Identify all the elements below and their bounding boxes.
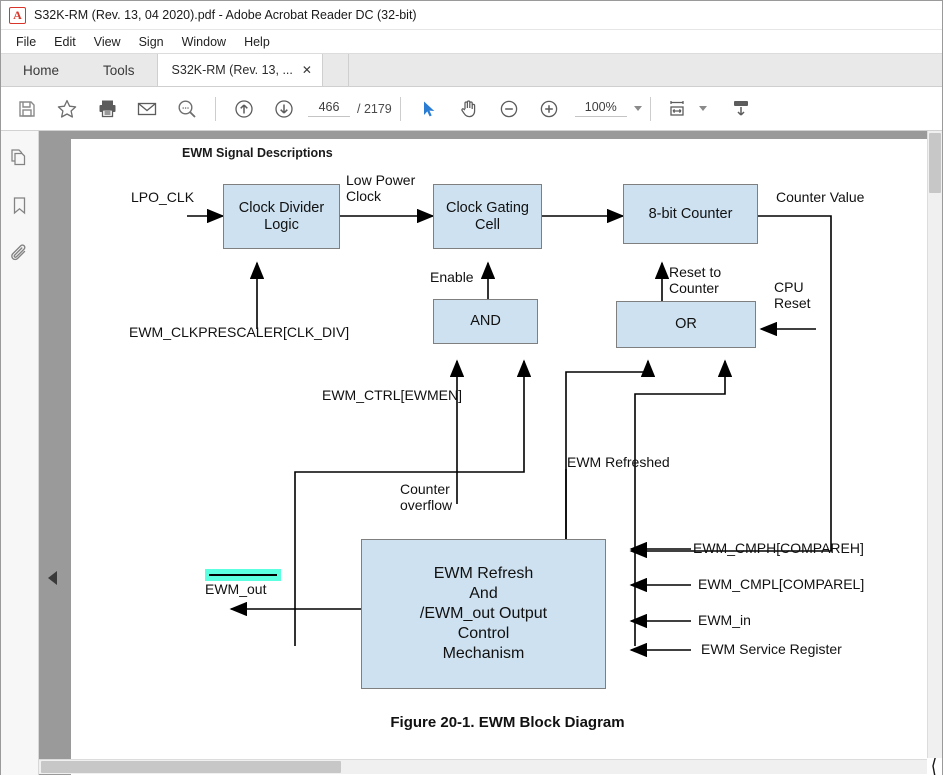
close-icon[interactable]: ✕ bbox=[302, 64, 312, 76]
page-thumbnails-icon[interactable] bbox=[9, 147, 30, 173]
pane-gutter bbox=[39, 131, 71, 775]
acrobat-window: A S32K-RM (Rev. 13, 04 2020).pdf - Adobe… bbox=[0, 0, 943, 775]
bookmarks-icon[interactable] bbox=[9, 195, 30, 221]
label-lpo-clk: LPO_CLK bbox=[131, 189, 195, 205]
label-counter-value: Counter Value bbox=[776, 189, 865, 205]
tab-document[interactable]: S32K-RM (Rev. 13, ... ✕ bbox=[156, 54, 323, 86]
page-total-label: / 2179 bbox=[357, 101, 392, 116]
window-title: S32K-RM (Rev. 13, 04 2020).pdf - Adobe A… bbox=[34, 8, 417, 22]
zoom-out-icon[interactable] bbox=[489, 91, 529, 127]
block-clock-divider-logic: Clock Divider Logic bbox=[223, 184, 340, 249]
page-up-icon[interactable] bbox=[224, 91, 264, 127]
label-reset-to-counter: Reset to Counter bbox=[669, 264, 722, 297]
menu-edit[interactable]: Edit bbox=[45, 33, 85, 51]
horizontal-scrollbar-thumb[interactable] bbox=[41, 761, 341, 773]
block-or-gate: OR bbox=[616, 301, 756, 348]
print-icon[interactable] bbox=[87, 91, 127, 127]
navigation-pane bbox=[1, 131, 39, 775]
block-label: Clock Gating Cell bbox=[445, 199, 529, 233]
menu-sign[interactable]: Sign bbox=[130, 33, 173, 51]
acrobat-icon: A bbox=[9, 6, 26, 24]
chevron-down-icon[interactable] bbox=[633, 106, 642, 111]
search-icon[interactable] bbox=[167, 91, 207, 127]
label-ewm-out: EWM_out bbox=[205, 581, 267, 597]
vertical-scrollbar[interactable] bbox=[927, 131, 942, 758]
hand-tool-icon[interactable] bbox=[449, 91, 489, 127]
toolbar-divider-2 bbox=[399, 96, 401, 121]
title-bar: A S32K-RM (Rev. 13, 04 2020).pdf - Adobe… bbox=[1, 1, 942, 30]
horizontal-scrollbar[interactable] bbox=[39, 759, 927, 774]
zoom-level-input[interactable] bbox=[574, 100, 627, 117]
block-label: OR bbox=[675, 316, 697, 333]
menu-view[interactable]: View bbox=[85, 33, 130, 51]
scroll-mode-icon[interactable] bbox=[721, 91, 761, 127]
fit-page-icon[interactable] bbox=[659, 91, 699, 127]
label-enable: Enable bbox=[430, 269, 474, 285]
block-label: Clock Divider Logic bbox=[238, 199, 325, 233]
label-cpu-reset: CPU Reset bbox=[774, 279, 811, 312]
page-number-input[interactable] bbox=[308, 100, 350, 117]
fit-page-chevron-icon[interactable] bbox=[698, 106, 707, 111]
zoom-control bbox=[574, 100, 642, 117]
zoom-in-icon[interactable] bbox=[529, 91, 569, 127]
tab-home[interactable]: Home bbox=[1, 54, 82, 86]
menu-bar: File Edit View Sign Window Help bbox=[1, 30, 942, 54]
label-ewm-cmpl: EWM_CMPL[COMPAREL] bbox=[698, 576, 865, 592]
menu-file[interactable]: File bbox=[7, 33, 45, 51]
figure-caption: Figure 20-1. EWM Block Diagram bbox=[390, 714, 625, 731]
page-down-icon[interactable] bbox=[264, 91, 304, 127]
save-icon[interactable] bbox=[7, 91, 47, 127]
expand-pane-icon[interactable] bbox=[48, 571, 57, 585]
select-cursor-icon[interactable] bbox=[409, 91, 449, 127]
label-ewm-clkprescaler: EWM_CLKPRESCALER[CLK_DIV] bbox=[129, 324, 350, 340]
toolbar-divider-1 bbox=[215, 96, 216, 121]
vertical-scrollbar-thumb[interactable] bbox=[929, 133, 941, 193]
page-navigation: / 2179 bbox=[308, 100, 392, 117]
toolbar-divider-3 bbox=[649, 96, 651, 121]
label-ewm-in: EWM_in bbox=[698, 612, 751, 628]
tab-document-label: S32K-RM (Rev. 13, ... bbox=[171, 63, 293, 77]
label-low-power-clock: Low Power Clock bbox=[346, 172, 416, 205]
block-and-gate: AND bbox=[433, 299, 538, 344]
label-ewm-service-register: EWM Service Register bbox=[701, 641, 842, 657]
highlight-bar bbox=[205, 569, 281, 581]
tab-tools[interactable]: Tools bbox=[81, 54, 157, 86]
label-ewm-ctrl: EWM_CTRL[EWMEN] bbox=[322, 387, 462, 403]
block-clock-gating-cell: Clock Gating Cell bbox=[433, 184, 542, 249]
block-label: 8-bit Counter bbox=[648, 205, 733, 222]
menu-window[interactable]: Window bbox=[173, 33, 235, 51]
attachments-icon[interactable] bbox=[9, 243, 30, 269]
label-ewm-refreshed: EWM Refreshed bbox=[567, 454, 670, 470]
pdf-page: EWM Signal Descriptions Clock Divider Lo… bbox=[71, 139, 942, 775]
menu-help[interactable]: Help bbox=[235, 33, 279, 51]
tab-strip: Home Tools S32K-RM (Rev. 13, ... ✕ bbox=[1, 54, 942, 87]
star-icon[interactable] bbox=[47, 91, 87, 127]
ewm-block-diagram: Clock Divider Logic Clock Gating Cell 8-… bbox=[71, 139, 942, 775]
document-viewport[interactable]: EWM Signal Descriptions Clock Divider Lo… bbox=[71, 131, 942, 775]
ewm-out-output: EWM_out bbox=[205, 569, 281, 597]
tab-strip-filler bbox=[322, 54, 349, 86]
label-counter-overflow: Counter overflow bbox=[400, 481, 453, 514]
block-label: AND bbox=[470, 313, 501, 330]
block-8bit-counter: 8-bit Counter bbox=[623, 184, 758, 244]
label-ewm-cmph: EWM_CMPH[COMPAREH] bbox=[693, 540, 864, 556]
toolbar: / 2179 bbox=[1, 87, 942, 131]
block-ewm-refresh-control: EWM Refresh And /EWM_out Output Control … bbox=[361, 539, 606, 689]
block-label: EWM Refresh And /EWM_out Output Control … bbox=[419, 565, 548, 662]
email-icon[interactable] bbox=[127, 91, 167, 127]
workspace: EWM Signal Descriptions Clock Divider Lo… bbox=[1, 131, 942, 775]
